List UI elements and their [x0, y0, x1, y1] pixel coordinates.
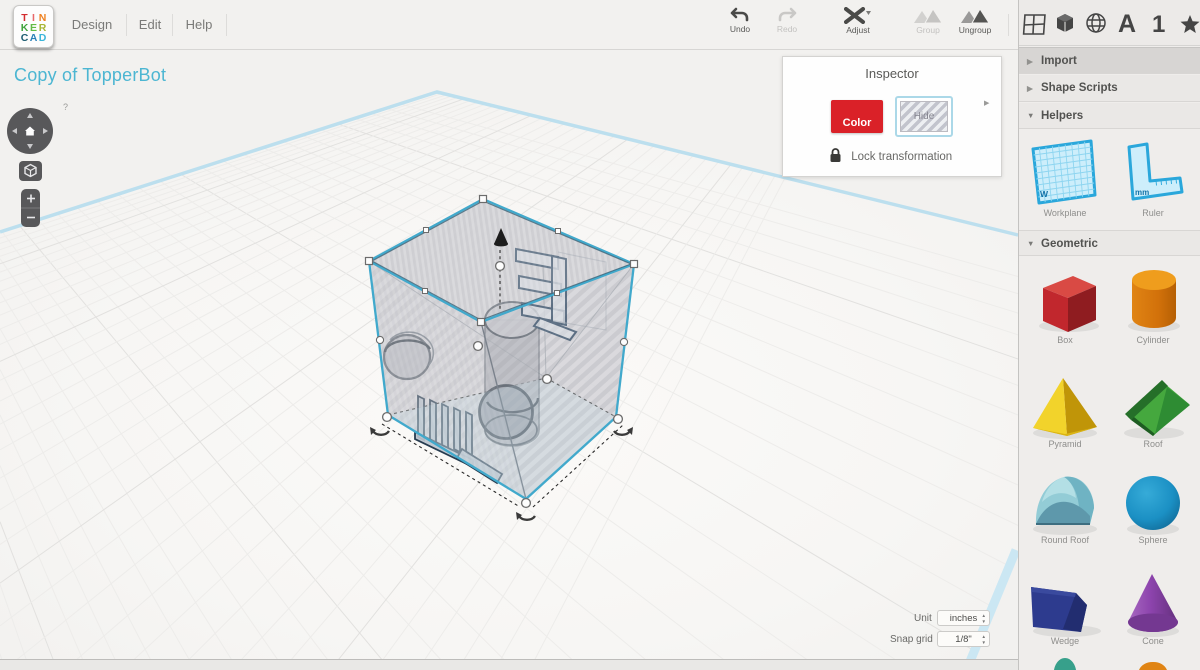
svg-text:?: ?	[63, 102, 68, 112]
svg-text:1: 1	[1152, 11, 1165, 38]
svg-text:mm: mm	[1135, 188, 1149, 197]
svg-text:A: A	[1118, 10, 1136, 38]
svg-text:W: W	[1040, 189, 1049, 199]
